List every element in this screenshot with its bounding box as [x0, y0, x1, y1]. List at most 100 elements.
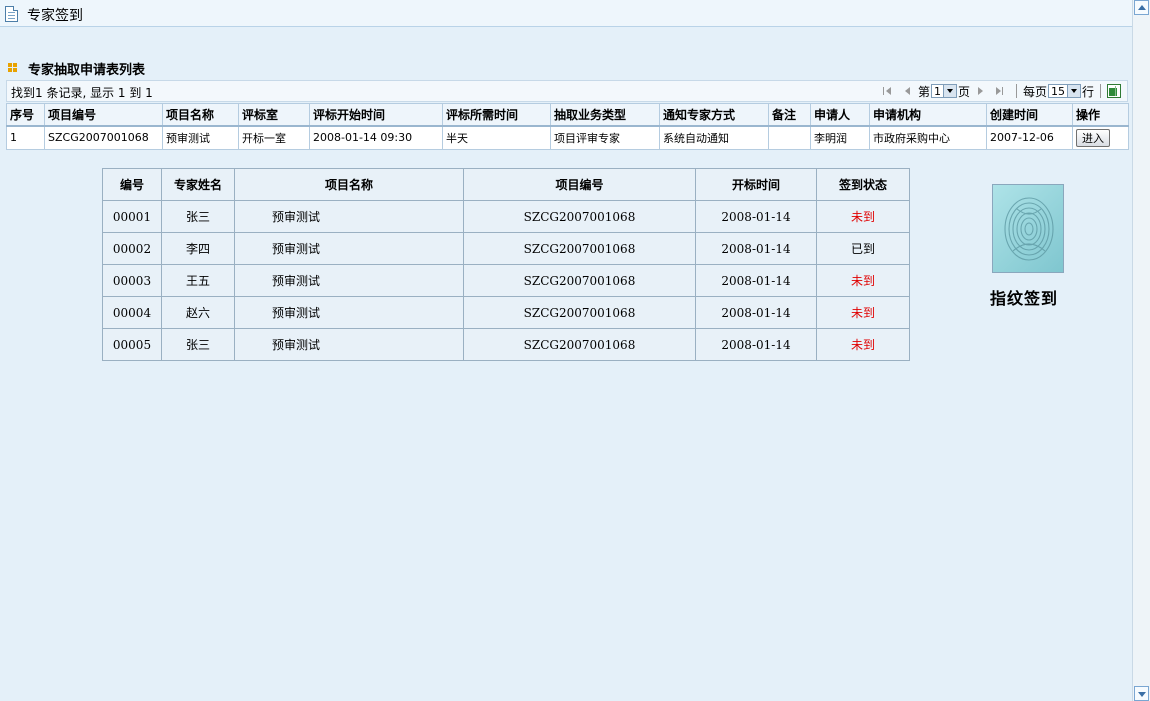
vertical-scrollbar[interactable] [1132, 0, 1150, 701]
cell-expert-name: 张三 [161, 328, 235, 361]
title-bar: 专家签到 [0, 0, 1132, 27]
cell-notify-method: 系统自动通知 [659, 125, 769, 150]
cell-remark [768, 125, 811, 150]
column-header[interactable]: 评标所需时间 [442, 103, 551, 127]
cell-no: 1 [6, 125, 45, 150]
cell-project-name: 预审测试 [162, 125, 239, 150]
column-header: 签到状态 [816, 168, 910, 201]
table-row: 00002 李四 预审测试 SZCG2007001068 2008-01-14 … [102, 232, 910, 265]
scroll-down-button[interactable] [1134, 686, 1149, 701]
column-header[interactable]: 申请机构 [869, 103, 987, 127]
excel-export-icon[interactable] [1107, 84, 1121, 98]
cell-org: 市政府采购中心 [869, 125, 987, 150]
table-row: 00003 王五 预审测试 SZCG2007001068 2008-01-14 … [102, 264, 910, 297]
cell-start-time: 2008-01-14 09:30 [309, 125, 443, 150]
column-header: 编号 [102, 168, 162, 201]
table-header-row: 编号 专家姓名 项目名称 项目编号 开标时间 签到状态 [102, 168, 910, 201]
fingerprint-signin-label[interactable]: 指纹签到 [990, 285, 1058, 309]
status-absent: 未到 [816, 200, 910, 233]
column-header[interactable]: 申请人 [810, 103, 870, 127]
cell-project: 预审测试 [234, 264, 464, 297]
page-select[interactable]: 1 [930, 84, 957, 98]
cell-code: SZCG2007001068 [463, 232, 696, 265]
table-row: 00004 赵六 预审测试 SZCG2007001068 2008-01-14 … [102, 296, 910, 329]
column-header[interactable]: 项目编号 [44, 103, 163, 127]
last-page-icon[interactable] [994, 85, 1006, 97]
table-row: 00001 张三 预审测试 SZCG2007001068 2008-01-14 … [102, 200, 910, 233]
column-header[interactable]: 通知专家方式 [659, 103, 769, 127]
pager: 第 1 页 每页 15 行 [878, 82, 1121, 100]
column-header[interactable]: 评标开始时间 [309, 103, 443, 127]
cell-id: 00004 [102, 296, 162, 329]
cell-expert-name: 赵六 [161, 296, 235, 329]
cell-project-code: SZCG2007001068 [44, 125, 163, 150]
document-icon [5, 6, 18, 22]
record-count: 找到1 条记录, 显示 1 到 1 [11, 86, 153, 100]
per-page-prefix: 每页 [1022, 84, 1047, 99]
status-present: 已到 [816, 232, 910, 265]
table-header-row: 序号 项目编号 项目名称 评标室 评标开始时间 评标所需时间 抽取业务类型 通知… [6, 103, 1129, 127]
cell-id: 00001 [102, 200, 162, 233]
status-absent: 未到 [816, 264, 910, 297]
table-row: 00005 张三 预审测试 SZCG2007001068 2008-01-14 … [102, 328, 910, 361]
fingerprint-icon [1004, 197, 1054, 261]
cell-id: 00003 [102, 264, 162, 297]
column-header[interactable]: 评标室 [238, 103, 310, 127]
cell-code: SZCG2007001068 [463, 264, 696, 297]
column-header: 开标时间 [695, 168, 817, 201]
cell-applicant: 李明润 [810, 125, 870, 150]
column-header[interactable]: 项目名称 [162, 103, 239, 127]
per-page-select[interactable]: 15 [1047, 84, 1081, 98]
page-title: 专家签到 [27, 8, 83, 24]
column-header[interactable]: 备注 [768, 103, 811, 127]
cell-expert-name: 张三 [161, 200, 235, 233]
first-page-icon[interactable] [882, 85, 894, 97]
status-absent: 未到 [816, 328, 910, 361]
column-header[interactable]: 抽取业务类型 [550, 103, 660, 127]
cell-project: 预审测试 [234, 328, 464, 361]
cell-open-time: 2008-01-14 [695, 264, 817, 297]
cell-project: 预审测试 [234, 200, 464, 233]
column-header[interactable]: 创建时间 [986, 103, 1073, 127]
next-page-icon[interactable] [974, 85, 986, 97]
column-header: 专家姓名 [161, 168, 235, 201]
section-title: 专家抽取申请表列表 [28, 63, 146, 78]
per-page-select-value: 15 [1050, 84, 1065, 98]
cell-room: 开标一室 [238, 125, 310, 150]
enter-button[interactable]: 进入 [1076, 128, 1110, 147]
cell-open-time: 2008-01-14 [695, 296, 817, 329]
cell-project: 预审测试 [234, 296, 464, 329]
cell-id: 00002 [102, 232, 162, 265]
cell-duration: 半天 [442, 125, 551, 150]
list-toolbar: 找到1 条记录, 显示 1 到 1 第 1 页 每页 15 行 [6, 80, 1128, 102]
cell-project: 预审测试 [234, 232, 464, 265]
column-header: 项目编号 [463, 168, 696, 201]
cell-code: SZCG2007001068 [463, 328, 696, 361]
column-header: 操作 [1072, 103, 1129, 127]
cell-action: 进入 [1072, 125, 1129, 150]
prev-page-icon[interactable] [902, 85, 914, 97]
scroll-up-button[interactable] [1134, 0, 1149, 15]
chevron-down-icon [1066, 85, 1080, 97]
per-page-suffix: 行 [1081, 84, 1094, 99]
cell-created: 2007-12-06 [986, 125, 1073, 150]
grid-icon [8, 63, 18, 73]
cell-expert-name: 李四 [161, 232, 235, 265]
table-row[interactable]: 1 SZCG2007001068 预审测试 开标一室 2008-01-14 09… [6, 125, 1129, 150]
status-absent: 未到 [816, 296, 910, 329]
cell-code: SZCG2007001068 [463, 296, 696, 329]
column-header[interactable]: 序号 [6, 103, 45, 127]
cell-id: 00005 [102, 328, 162, 361]
chevron-down-icon [942, 85, 956, 97]
fingerprint-scanner[interactable] [992, 184, 1064, 273]
signin-table: 编号 专家姓名 项目名称 项目编号 开标时间 签到状态 00001 张三 预审测… [102, 168, 910, 361]
application-list-table: 序号 项目编号 项目名称 评标室 评标开始时间 评标所需时间 抽取业务类型 通知… [6, 103, 1129, 150]
cell-open-time: 2008-01-14 [695, 232, 817, 265]
cell-business-type: 项目评审专家 [550, 125, 660, 150]
cell-code: SZCG2007001068 [463, 200, 696, 233]
divider [1015, 84, 1017, 98]
column-header: 项目名称 [234, 168, 464, 201]
divider [1100, 84, 1101, 98]
cell-open-time: 2008-01-14 [695, 200, 817, 233]
page-select-value: 1 [933, 84, 941, 98]
